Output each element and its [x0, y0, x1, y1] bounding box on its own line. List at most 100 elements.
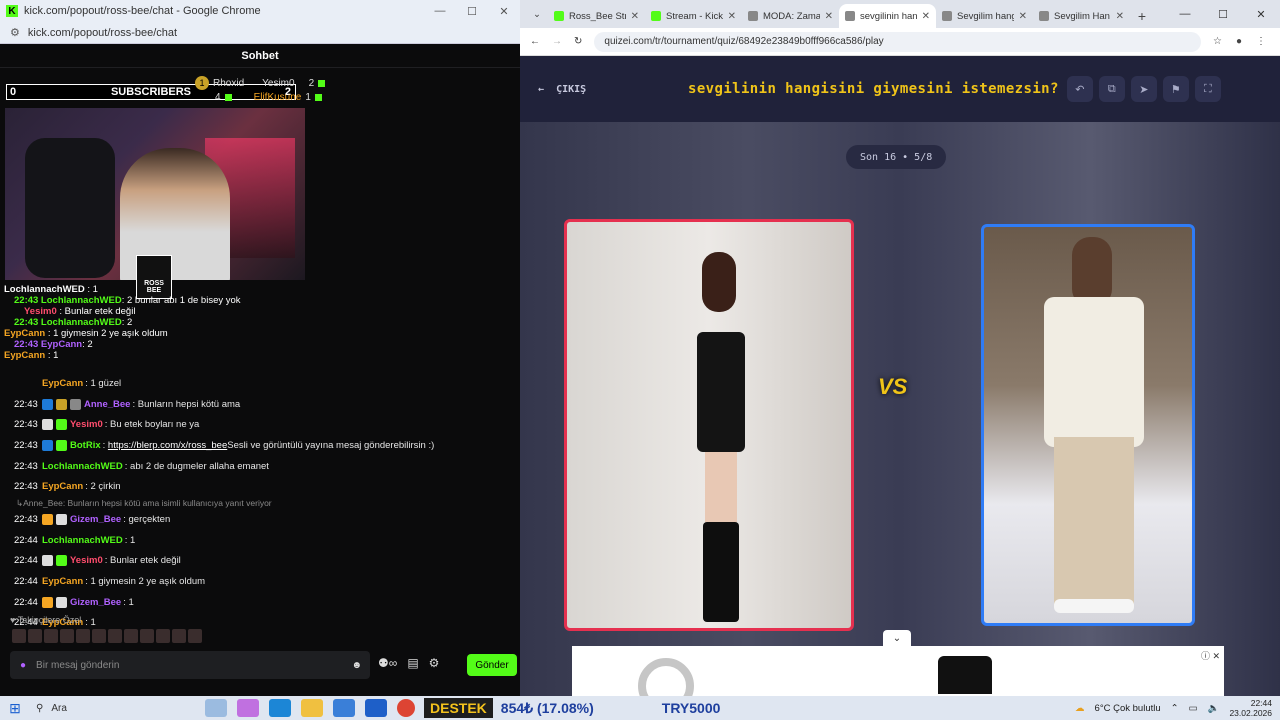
volume-icon[interactable]: 🔈 — [1208, 703, 1220, 714]
emote-icon[interactable] — [12, 629, 26, 643]
send-button[interactable]: Gönder — [467, 654, 517, 676]
message-time: 22:44 — [14, 576, 38, 588]
back-icon[interactable]: ← — [530, 36, 540, 47]
browser-tab[interactable]: Sevgilim Han ✕ — [1033, 4, 1130, 28]
browser-tab[interactable]: Ross_Bee Stre ✕ — [548, 4, 645, 28]
emote-icon[interactable] — [60, 629, 74, 643]
username[interactable]: LochlannachWED — [42, 535, 123, 546]
emote-icon[interactable] — [28, 629, 42, 643]
site-info-icon[interactable]: ⚙ — [10, 26, 20, 39]
emote-icon[interactable] — [76, 629, 90, 643]
profile-icon[interactable]: ● — [1236, 36, 1242, 47]
badge-icon — [56, 596, 67, 608]
reload-icon[interactable]: ↻ — [574, 36, 582, 47]
windows-start-icon[interactable]: ⊞ — [0, 700, 30, 717]
close-icon[interactable]: ✕ — [488, 5, 520, 18]
tab-close-icon[interactable]: ✕ — [1116, 11, 1124, 22]
forward-icon[interactable]: → — [552, 36, 562, 47]
emoji-icon[interactable]: ☻ — [351, 660, 362, 671]
browser-tab[interactable]: Sevgilim hang ✕ — [936, 4, 1033, 28]
store-icon[interactable]: ▤ — [407, 656, 418, 670]
clock[interactable]: 22:44 23.02.2026 — [1229, 698, 1272, 718]
menu-icon[interactable]: ⋮ — [1256, 36, 1266, 47]
network-icon[interactable]: ▭ — [1189, 703, 1198, 714]
outlook-icon[interactable] — [365, 699, 387, 717]
username[interactable]: Yesim0 — [70, 555, 103, 566]
tab-search-icon[interactable]: ⌄ — [526, 0, 548, 28]
chevron-down-icon[interactable]: ⌄ — [883, 630, 911, 646]
username[interactable]: EypCann — [42, 378, 83, 389]
tab-favicon-icon — [748, 11, 758, 21]
browser-tab[interactable]: sevgilinin han ✕ — [839, 4, 936, 28]
task-view-icon[interactable] — [205, 699, 227, 717]
edge-icon[interactable] — [269, 699, 291, 717]
taskbar-search[interactable]: ⚲ Ara — [30, 703, 200, 714]
minimize-icon[interactable]: — — [424, 5, 456, 18]
browser-tab[interactable]: Stream - Kick ✕ — [645, 4, 742, 28]
advertisement[interactable]: ⓘ ✕ — [572, 646, 1224, 696]
emote-icon[interactable] — [108, 629, 122, 643]
username[interactable]: EypCann — [42, 576, 83, 587]
badge-icon — [56, 398, 67, 410]
tab-close-icon[interactable]: ✕ — [728, 11, 736, 22]
emote-icon[interactable] — [156, 629, 170, 643]
minimize-icon[interactable]: — — [1166, 8, 1204, 20]
quiz-title: sevgilinin hangisini giymesini istemezsi… — [688, 81, 1059, 97]
store-icon[interactable] — [333, 699, 355, 717]
tab-close-icon[interactable]: ✕ — [922, 11, 930, 22]
url-text: quizei.com/tr/tournament/quiz/68492e2384… — [604, 36, 884, 47]
ad-close-icon[interactable]: ⓘ ✕ — [1201, 649, 1220, 662]
option-card-left[interactable] — [564, 219, 854, 631]
username[interactable]: BotRix — [70, 440, 101, 451]
message-link[interactable]: https://blerp.com/x/ross_bee — [108, 440, 227, 451]
browser-tab[interactable]: MODA: Zaman ✕ — [742, 4, 839, 28]
url-field[interactable]: quizei.com/tr/tournament/quiz/68492e2384… — [594, 31, 1201, 52]
close-icon[interactable]: ✕ — [1242, 8, 1280, 21]
chat-input[interactable]: ● Bir mesaj gönderin ☻ — [10, 651, 370, 679]
emote-icon[interactable] — [188, 629, 202, 643]
file-explorer-icon[interactable] — [301, 699, 323, 717]
username[interactable]: Yesim0 — [70, 419, 103, 430]
new-tab-button[interactable]: + — [1130, 4, 1154, 28]
weather-text[interactable]: 6°C Çok bulutlu — [1095, 703, 1161, 714]
message-text: : Bunlar etek değil — [104, 555, 181, 567]
send-icon[interactable]: ➤ — [1130, 76, 1157, 102]
tab-close-icon[interactable]: ✕ — [825, 11, 833, 22]
settings-icon[interactable]: ⚙ — [429, 656, 440, 670]
tray-chevron-icon[interactable]: ⌃ — [1171, 703, 1179, 714]
chat-message: 22:43 BotRix: https://blerp.com/x/ross_be… — [14, 439, 435, 451]
username[interactable]: EypCann — [42, 481, 83, 492]
white-blazer-beige-pants-photo — [1024, 237, 1164, 623]
emote-icon[interactable] — [44, 629, 58, 643]
reply-text: Anne_Bee: Bunların hepsi kötü ama isimli… — [23, 498, 272, 509]
username[interactable]: Gizem_Bee — [70, 597, 121, 608]
chat-message: 22:43 Anne_Bee: Bunların hepsi kötü ama — [14, 394, 514, 415]
left-url-bar[interactable]: ⚙ kick.com/popout/ross-bee/chat — [0, 22, 520, 44]
weather-icon[interactable]: ☁ — [1075, 703, 1085, 714]
fullscreen-icon[interactable]: ⛶ — [1194, 76, 1221, 102]
emote-icon[interactable] — [172, 629, 186, 643]
username[interactable]: Anne_Bee — [84, 399, 130, 410]
overlay-message: 22:43 EypCann: 2 — [14, 339, 93, 350]
maximize-icon[interactable]: ☐ — [456, 5, 488, 18]
username[interactable]: Gizem_Bee — [70, 514, 121, 525]
option-card-right[interactable] — [981, 224, 1195, 626]
message-text: : abı 2 de dugmeler allaha emanet — [124, 460, 269, 472]
maximize-icon[interactable]: ☐ — [1204, 8, 1242, 21]
users-icon[interactable]: ⚉∞ — [378, 656, 397, 670]
username[interactable]: LochlannachWED — [42, 461, 123, 472]
bookmark-star-icon[interactable]: ☆ — [1213, 36, 1222, 47]
emote-icon[interactable] — [140, 629, 154, 643]
undo-icon[interactable]: ↶ — [1066, 76, 1093, 102]
emote-icon[interactable] — [124, 629, 138, 643]
tab-close-icon[interactable]: ✕ — [631, 11, 639, 22]
emote-icon[interactable] — [92, 629, 106, 643]
copilot-icon[interactable] — [237, 699, 259, 717]
share-icon[interactable]: ⧉ — [1098, 76, 1125, 102]
flag-icon[interactable]: ⚑ — [1162, 76, 1189, 102]
microphone-icon[interactable]: ● — [20, 660, 26, 671]
exit-button[interactable]: ← ÇIKIŞ — [538, 84, 688, 95]
tab-close-icon[interactable]: ✕ — [1019, 11, 1027, 22]
chrome-icon[interactable] — [397, 699, 415, 717]
message-time: 22:43 — [14, 460, 38, 472]
